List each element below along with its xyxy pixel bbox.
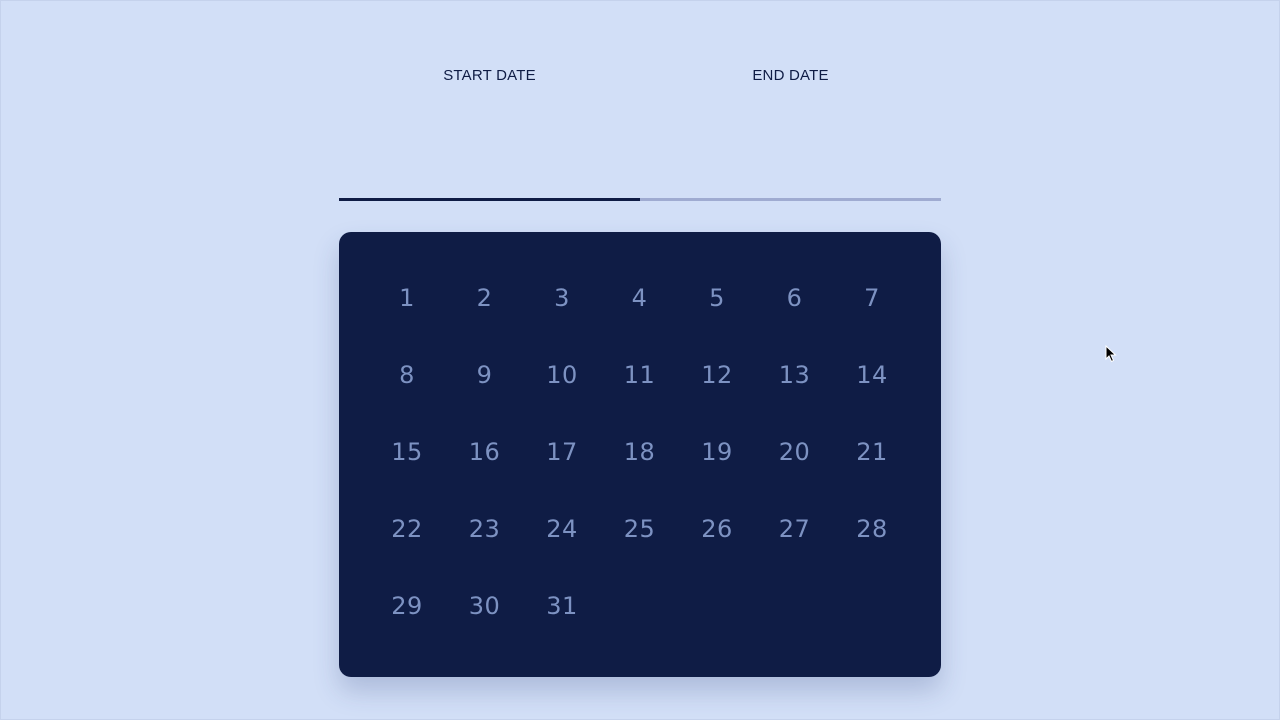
calendar-day[interactable]: 13 (765, 355, 825, 395)
calendar-day[interactable]: 20 (765, 432, 825, 472)
calendar-day[interactable]: 15 (377, 432, 437, 472)
calendar-day[interactable]: 18 (610, 432, 670, 472)
calendar-day[interactable]: 22 (377, 509, 437, 549)
tab-start-date-label: START DATE (443, 67, 536, 84)
tab-start-date-indicator (339, 198, 640, 201)
calendar-day[interactable]: 12 (687, 355, 747, 395)
calendar-day[interactable]: 10 (532, 355, 592, 395)
tab-end-date-indicator (640, 198, 941, 201)
calendar-day[interactable]: 28 (842, 509, 902, 549)
tab-start-date[interactable]: START DATE (339, 0, 640, 202)
tab-end-date[interactable]: END DATE (640, 0, 941, 202)
calendar-day[interactable]: 1 (377, 278, 437, 318)
calendar-day[interactable]: 8 (377, 355, 437, 395)
calendar-day[interactable]: 11 (610, 355, 670, 395)
calendar-day[interactable]: 27 (765, 509, 825, 549)
calendar-grid: 1 2 3 4 5 6 7 8 9 10 11 12 13 14 15 16 17 18 19 20 21 22 23 24 2… (339, 232, 941, 677)
tab-end-date-label: END DATE (752, 67, 829, 84)
calendar-day[interactable]: 25 (610, 509, 670, 549)
calendar-day[interactable]: 23 (455, 509, 515, 549)
calendar-day[interactable]: 30 (455, 586, 515, 626)
calendar-day[interactable]: 29 (377, 586, 437, 626)
calendar-day[interactable]: 21 (842, 432, 902, 472)
calendar-day[interactable]: 26 (687, 509, 747, 549)
calendar-day[interactable]: 9 (455, 355, 515, 395)
calendar-day[interactable]: 5 (687, 278, 747, 318)
mouse-pointer-icon (1105, 345, 1117, 363)
calendar-day[interactable]: 6 (765, 278, 825, 318)
calendar-day[interactable]: 17 (532, 432, 592, 472)
calendar-day[interactable]: 16 (455, 432, 515, 472)
calendar-day[interactable]: 31 (532, 586, 592, 626)
calendar-day[interactable]: 3 (532, 278, 592, 318)
calendar-day[interactable]: 19 (687, 432, 747, 472)
date-range-tabs: START DATE END DATE (339, 0, 941, 202)
calendar-day[interactable]: 4 (610, 278, 670, 318)
calendar-day[interactable]: 24 (532, 509, 592, 549)
calendar-day[interactable]: 2 (455, 278, 515, 318)
calendar-day[interactable]: 7 (842, 278, 902, 318)
calendar-day[interactable]: 14 (842, 355, 902, 395)
